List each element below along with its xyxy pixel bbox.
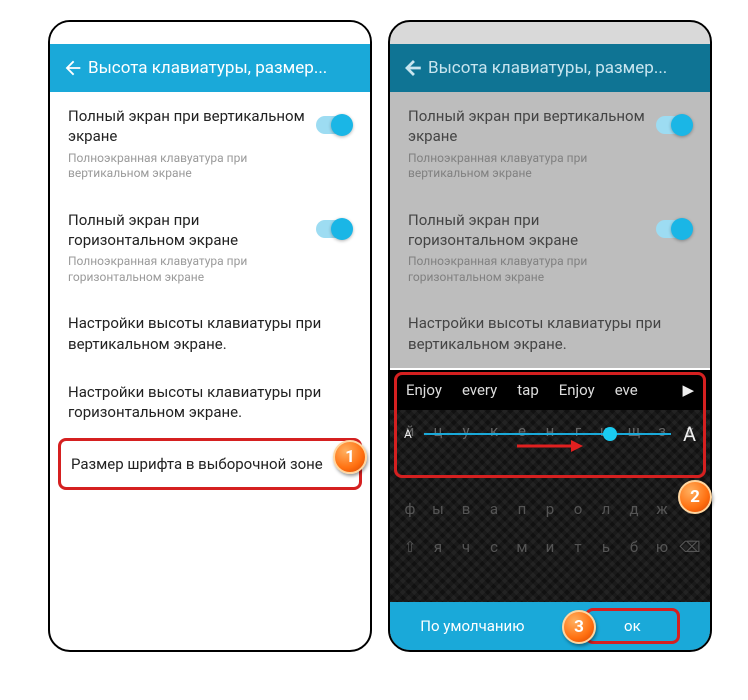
setting-font-size-highlight[interactable]: Размер шрифта в выборочной зоне	[58, 438, 362, 490]
setting-title: Настройки высоты клавиатуры при вертикал…	[68, 313, 352, 354]
setting-subtitle: Полноэкранная клавуатура при горизонталь…	[68, 254, 316, 285]
toggle-switch	[656, 116, 692, 134]
setting-height-portrait[interactable]: Настройки высоты клавиатуры при вертикал…	[50, 299, 370, 368]
setting-height-portrait: Настройки высоты клавиатуры при вертикал…	[390, 299, 710, 368]
status-bar	[390, 22, 710, 44]
arrow-right-icon	[515, 438, 585, 454]
slider-min-label: A	[404, 427, 412, 441]
key-row: фывапролджэ	[390, 490, 710, 528]
setting-title: Полный экран при вертикальном экране	[68, 106, 316, 147]
dialog-footer: По умолчанию ок	[390, 602, 710, 650]
back-icon[interactable]	[398, 57, 428, 79]
header: Высота клавиатуры, размер...	[50, 44, 370, 92]
suggestion[interactable]: Enjoy	[549, 381, 605, 399]
toggle-switch	[656, 220, 692, 238]
toggle-switch[interactable]	[316, 116, 352, 134]
setting-height-landscape[interactable]: Настройки высоты клавиатуры при горизонт…	[50, 368, 370, 437]
status-bar	[50, 22, 370, 44]
shift-icon[interactable]: ⇧	[398, 538, 422, 556]
badge-2: 2	[678, 480, 712, 514]
suggestion[interactable]: every	[452, 381, 507, 399]
badge-3: 3	[562, 610, 596, 644]
phone-right: Высота клавиатуры, размер... Полный экра…	[388, 20, 712, 652]
slider-thumb[interactable]	[603, 427, 617, 441]
keyboard-area: Enjoy every tap Enjoy eve ▶ A A йцукенгш…	[390, 370, 710, 650]
default-button[interactable]: По умолчанию	[420, 617, 524, 635]
suggestion[interactable]: eve	[605, 381, 648, 399]
backspace-icon[interactable]: ⌫	[678, 538, 702, 556]
setting-fullscreen-landscape: Полный экран при горизонтальном экране П…	[390, 196, 710, 300]
toggle-switch[interactable]	[316, 220, 352, 238]
phone-left: Высота клавиатуры, размер... Полный экра…	[48, 20, 372, 652]
font-size-slider[interactable]: A A	[390, 410, 710, 458]
header: Высота клавиатуры, размер...	[390, 44, 710, 92]
setting-fullscreen-portrait[interactable]: Полный экран при вертикальном экране Пол…	[50, 92, 370, 196]
badge-1: 1	[333, 440, 367, 474]
slider-max-label: A	[683, 422, 696, 446]
page-title: Высота клавиатуры, размер...	[428, 58, 702, 78]
page-title: Высота клавиатуры, размер...	[88, 58, 362, 78]
setting-title: Настройки высоты клавиатуры при горизонт…	[68, 382, 352, 423]
setting-fullscreen-portrait: Полный экран при вертикальном экране Пол…	[390, 92, 710, 196]
setting-title: Размер шрифта в выборочной зоне	[71, 455, 349, 473]
setting-subtitle: Полноэкранная клавуатура при вертикально…	[68, 151, 316, 182]
suggestion[interactable]: tap	[507, 381, 549, 399]
settings-list-dimmed: Полный экран при вертикальном экране Пол…	[390, 92, 710, 368]
back-icon[interactable]	[58, 57, 88, 79]
chevron-right-icon[interactable]: ▶	[672, 381, 704, 399]
key-row: ⇧ ячсмитьбю ⌫	[390, 528, 710, 566]
suggestion-bar: Enjoy every tap Enjoy eve ▶	[390, 370, 710, 410]
slider-track[interactable]	[424, 433, 671, 435]
setting-title: Полный экран при горизонтальном экране	[68, 210, 316, 251]
settings-list: Полный экран при вертикальном экране Пол…	[50, 92, 370, 490]
ok-button[interactable]: ок	[585, 608, 680, 644]
suggestion[interactable]: Enjoy	[396, 381, 452, 399]
setting-fullscreen-landscape[interactable]: Полный экран при горизонтальном экране П…	[50, 196, 370, 300]
